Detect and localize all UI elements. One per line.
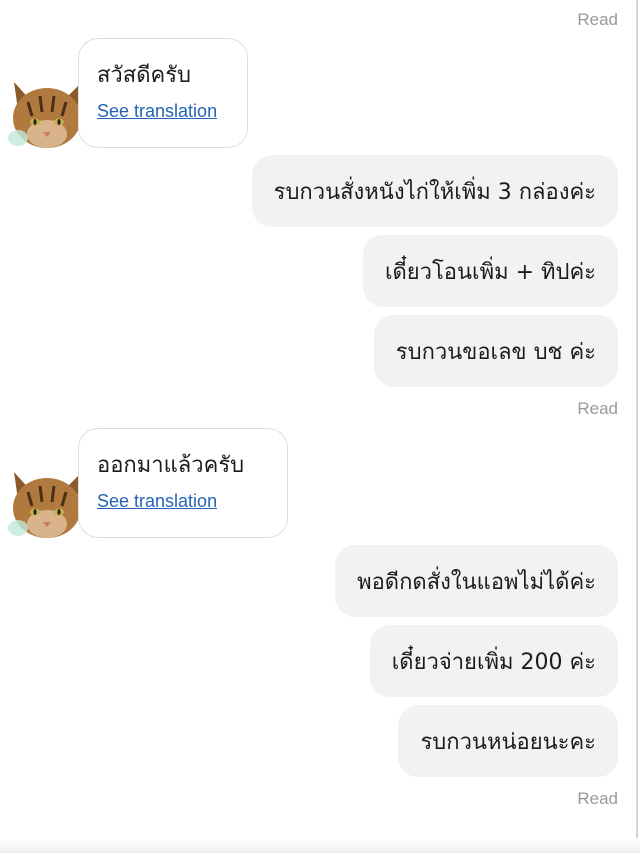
message-text: ออกมาแล้วครับ <box>97 453 245 478</box>
message-text: เดี๋ยวโอนเพิ่ม + ทิปค่ะ <box>384 259 596 285</box>
message-text: พอดีกดสั่งในแอพไม่ได้ค่ะ <box>357 569 596 595</box>
message-text: รบกวนสั่งหนังไก่ให้เพิ่ม 3 กล่องค่ะ <box>273 179 596 205</box>
outgoing-message: รบกวนหน่อยนะคะ <box>398 705 618 777</box>
incoming-message: สวัสดีครับ See translation <box>78 38 248 148</box>
cat-avatar-icon[interactable] <box>6 462 88 544</box>
cat-avatar-icon[interactable] <box>6 72 88 154</box>
read-receipt: Read <box>577 399 618 418</box>
read-receipt: Read <box>577 789 618 808</box>
chat-thread: Read สวัสดีครับ See translation รบกวนสั่… <box>0 0 632 853</box>
message-text: รบกวนหน่อยนะคะ <box>420 729 596 755</box>
message-text: รบกวนขอเลข บช ค่ะ <box>395 339 596 365</box>
see-translation-link[interactable]: See translation <box>97 491 217 512</box>
read-receipt: Read <box>577 10 618 29</box>
outgoing-message: เดี๋ยวจ่ายเพิ่ม 200 ค่ะ <box>369 625 618 697</box>
bottom-divider <box>0 839 640 853</box>
outgoing-message: รบกวนสั่งหนังไก่ให้เพิ่ม 3 กล่องค่ะ <box>251 155 618 227</box>
see-translation-link[interactable]: See translation <box>97 101 217 122</box>
message-text: สวัสดีครับ <box>97 63 191 88</box>
scrollbar[interactable] <box>636 0 638 838</box>
outgoing-message: รบกวนขอเลข บช ค่ะ <box>373 315 618 387</box>
incoming-message: ออกมาแล้วครับ See translation <box>78 428 288 538</box>
outgoing-message: เดี๋ยวโอนเพิ่ม + ทิปค่ะ <box>362 235 618 307</box>
outgoing-message: พอดีกดสั่งในแอพไม่ได้ค่ะ <box>335 545 618 617</box>
message-text: เดี๋ยวจ่ายเพิ่ม 200 ค่ะ <box>391 649 596 675</box>
